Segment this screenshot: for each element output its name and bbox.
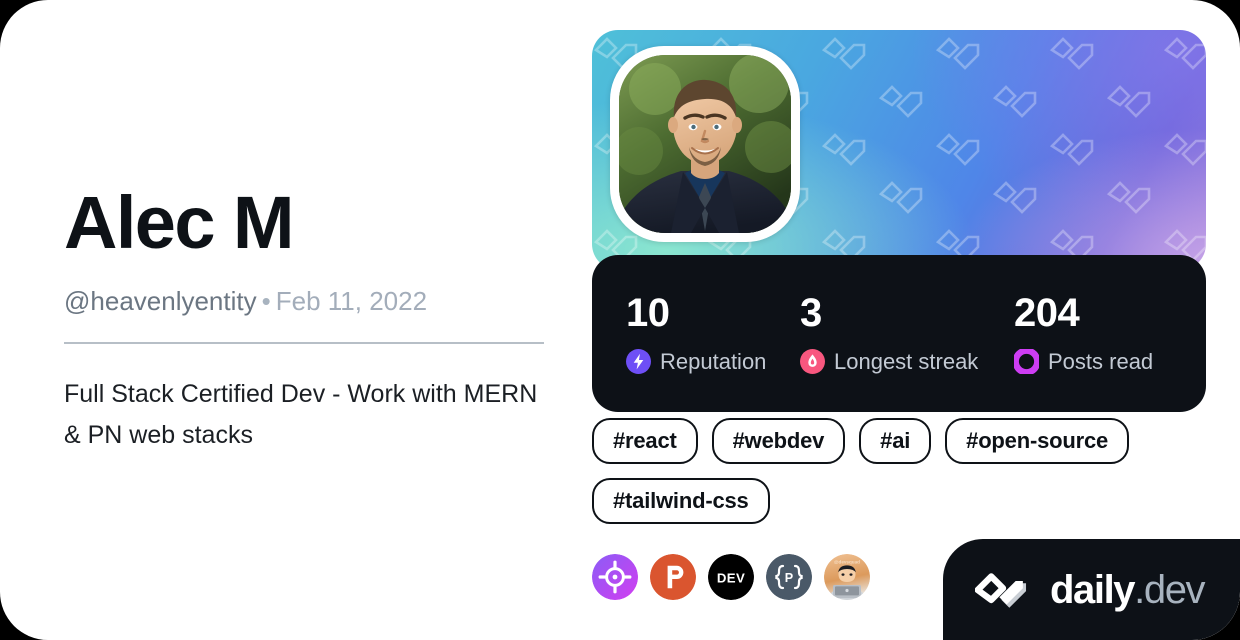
producthunt-icon [650, 554, 696, 600]
stat-longest-streak-value: 3 [800, 291, 822, 335]
stat-posts-read-label: Posts read [1048, 348, 1154, 374]
daily-dev-logo-icon [975, 572, 1027, 608]
brand-name: daily.dev [1050, 567, 1206, 612]
ring-icon [1014, 349, 1039, 374]
source-target[interactable] [592, 554, 638, 600]
section-divider [64, 342, 544, 345]
stat-posts-read-value: 204 [1014, 291, 1080, 335]
profile-card: Alec M @heavenlyentity • Feb 11, 2022 Full… [0, 0, 1240, 640]
stat-reputation: 10 Reputation [626, 293, 800, 374]
source-user-avatar[interactable]: @devsquad [824, 554, 870, 600]
stat-longest-streak: 3 Longest streak [800, 293, 1014, 374]
target-icon [592, 554, 638, 600]
source-devto[interactable]: DEV [708, 554, 754, 600]
flame-icon [800, 349, 825, 374]
tag-open-source[interactable]: #open-source [945, 418, 1130, 464]
brand-name-secondary: .dev [1134, 567, 1205, 612]
source-producthunt[interactable] [650, 554, 696, 600]
tag-ai[interactable]: #ai [859, 418, 932, 464]
code-braces-icon: P [766, 554, 812, 600]
avatar-photo [619, 55, 791, 233]
profile-bio: Full Stack Certified Dev - Work with MER… [64, 380, 538, 449]
tag-tailwind-css[interactable]: #tailwind-css [592, 478, 770, 524]
devto-icon: DEV [708, 554, 754, 600]
source-code-braces[interactable]: P [766, 554, 812, 600]
svg-text:DEV: DEV [717, 571, 745, 586]
user-handle: @heavenlyentity [64, 286, 257, 316]
stat-longest-streak-label: Longest streak [834, 348, 979, 374]
daily-dev-logo-badge: daily.dev [943, 539, 1240, 640]
avatar [610, 46, 800, 242]
stat-reputation-label: Reputation [660, 348, 767, 374]
tag-react[interactable]: #react [592, 418, 698, 464]
stat-reputation-value: 10 [626, 291, 670, 335]
cover-banner [592, 30, 1206, 270]
join-date: Feb 11, 2022 [275, 286, 428, 316]
handle-separator: • [261, 286, 271, 316]
svg-text:P: P [785, 571, 793, 585]
tag-list: #react #webdev #ai #open-source #tailwin… [592, 418, 1206, 524]
source-list: DEV P @devsquad [592, 554, 870, 600]
stat-posts-read: 204 Posts read [1014, 293, 1153, 374]
page-title: Alec M [64, 181, 295, 264]
user-avatar-icon: @devsquad [824, 554, 870, 600]
tag-webdev[interactable]: #webdev [711, 418, 846, 464]
profile-info-column: Alec M @heavenlyentity • Feb 11, 2022 Full… [64, 186, 554, 455]
svg-text:@devsquad: @devsquad [834, 560, 860, 565]
profile-visual-column: 10 Reputation 3 Longest streak 204 Posts… [592, 30, 1206, 600]
brand-name-primary: daily [1050, 567, 1136, 612]
stats-bar: 10 Reputation 3 Longest streak 204 Posts… [592, 255, 1206, 412]
handle-and-date-row: @heavenlyentity • Feb 11, 2022 [64, 286, 554, 317]
lightning-bolt-icon [626, 349, 651, 374]
